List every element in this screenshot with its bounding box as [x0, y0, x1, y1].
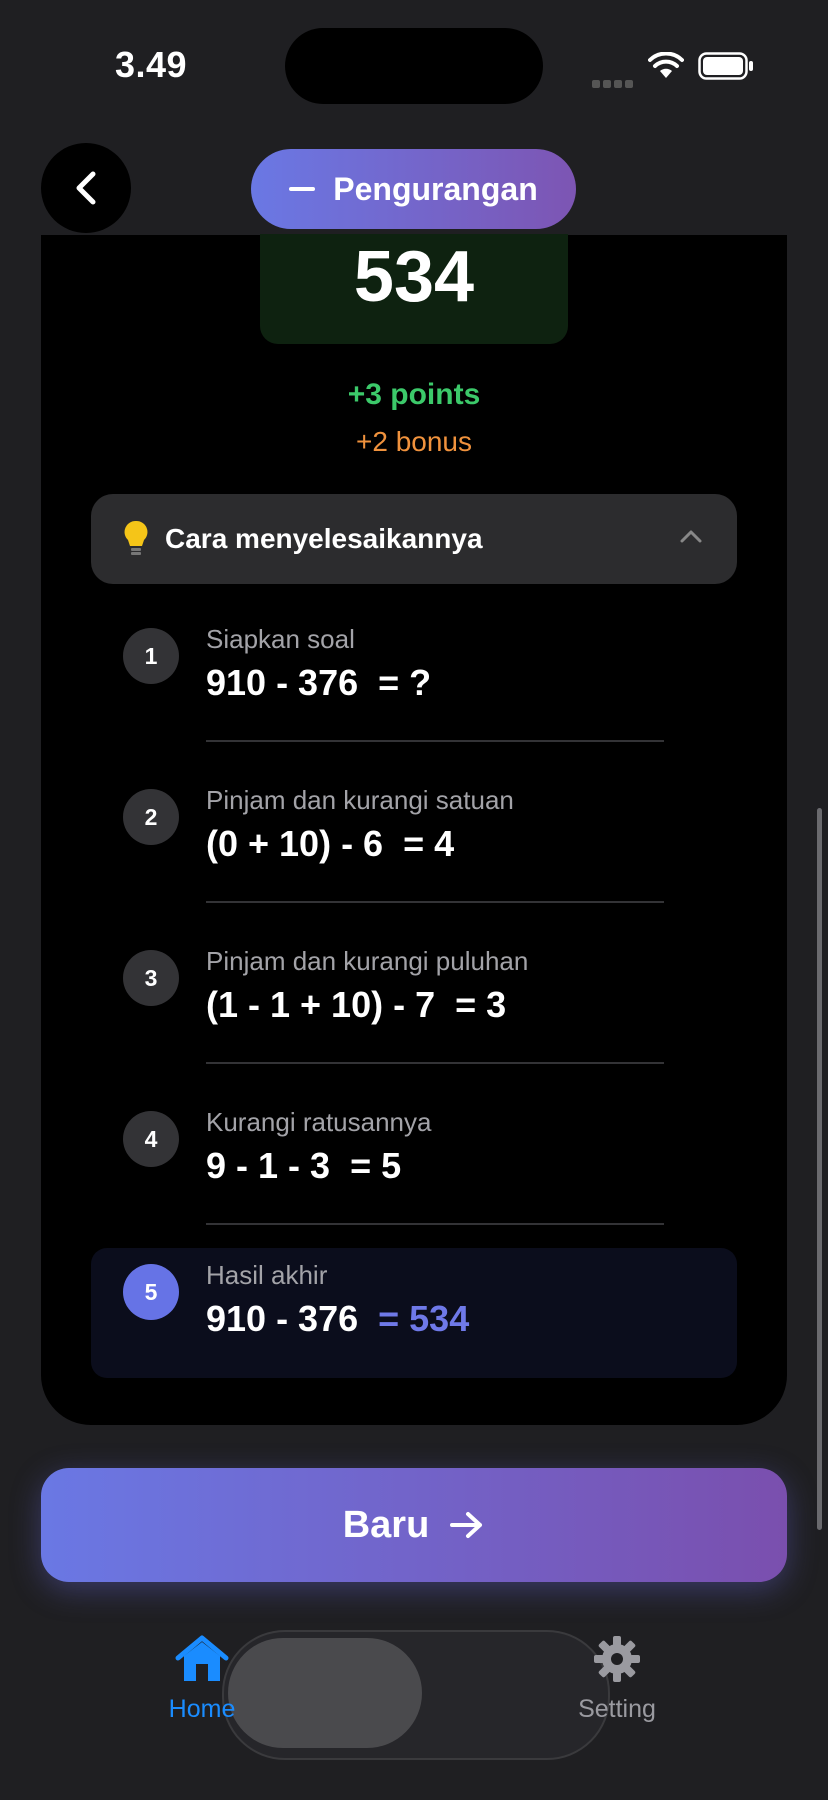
- step-expression: 910 - 376 = ?: [206, 662, 431, 704]
- step-number: 3: [123, 950, 179, 1006]
- howto-accordion[interactable]: Cara menyelesaikannya: [91, 494, 737, 584]
- divider: [206, 1062, 664, 1064]
- step-item: 3 Pinjam dan kurangi puluhan (1 - 1 + 10…: [91, 934, 737, 1064]
- final-step-item: 5 Hasil akhir 910 - 376 = 534: [91, 1248, 737, 1378]
- new-button-label: Baru: [342, 1503, 430, 1546]
- step-item: 2 Pinjam dan kurangi satuan (0 + 10) - 6…: [91, 773, 737, 903]
- house-icon: [175, 1635, 229, 1681]
- wifi-icon: [648, 51, 684, 85]
- tab-home[interactable]: Home: [122, 1630, 282, 1724]
- step-label: Kurangi ratusannya: [206, 1107, 432, 1137]
- step-label: Pinjam dan kurangi satuan: [206, 785, 514, 815]
- step-expression: 910 - 376 = 534: [206, 1298, 469, 1340]
- step-label: Hasil akhir: [206, 1260, 328, 1290]
- mode-pill[interactable]: Pengurangan: [251, 149, 576, 229]
- step-expr: 9 - 1 - 3: [206, 1145, 341, 1186]
- signal-icon: [592, 70, 636, 88]
- gear-icon: [594, 1636, 640, 1682]
- step-number: 5: [123, 1264, 179, 1320]
- step-label: Siapkan soal: [206, 624, 355, 654]
- step-expr: (1 - 1 + 10) - 7: [206, 984, 446, 1025]
- status-time: 3.49: [115, 44, 188, 85]
- step-result: = ?: [368, 662, 432, 703]
- divider: [206, 740, 664, 742]
- dynamic-island: [285, 28, 543, 104]
- step-expr: 910 - 376: [206, 662, 369, 703]
- chevron-left-icon: [76, 171, 96, 205]
- step-number: 4: [123, 1111, 179, 1167]
- lightbulb-icon: [124, 520, 148, 555]
- step-result: = 534: [368, 1298, 470, 1339]
- tab-setting-label: Setting: [578, 1695, 656, 1723]
- chevron-up-icon: [680, 530, 702, 543]
- step-expression: 9 - 1 - 3 = 5: [206, 1145, 401, 1187]
- arrow-right-icon: [450, 1512, 483, 1538]
- step-result: = 3: [445, 984, 507, 1025]
- step-expr: 910 - 376: [206, 1298, 369, 1339]
- step-item: 1 Siapkan soal 910 - 376 = ?: [91, 612, 737, 742]
- page-title: Pengurangan: [333, 170, 538, 207]
- battery-icon: [698, 52, 753, 80]
- divider: [206, 1223, 664, 1225]
- new-button[interactable]: Baru: [41, 1468, 787, 1582]
- minus-icon: [289, 187, 316, 191]
- step-item: 4 Kurangi ratusannya 9 - 1 - 3 = 5: [91, 1095, 737, 1225]
- back-button[interactable]: [41, 143, 131, 233]
- tab-home-label: Home: [168, 1695, 236, 1723]
- step-result: = 5: [340, 1145, 402, 1186]
- howto-label: Cara menyelesaikannya: [165, 523, 483, 554]
- points-text: +3 points: [347, 378, 481, 411]
- step-expression: (0 + 10) - 6 = 4: [206, 823, 454, 865]
- step-expression: (1 - 1 + 10) - 7 = 3: [206, 984, 506, 1026]
- step-label: Pinjam dan kurangi puluhan: [206, 946, 529, 976]
- tab-setting[interactable]: Setting: [537, 1630, 697, 1724]
- divider: [206, 901, 664, 903]
- step-number: 1: [123, 628, 179, 684]
- step-expr: (0 + 10) - 6: [206, 823, 394, 864]
- bonus-text: +2 bonus: [356, 426, 472, 457]
- step-result: = 4: [393, 823, 455, 864]
- scrollbar[interactable]: [817, 808, 822, 1530]
- answer-value: 534: [353, 237, 475, 317]
- step-number: 2: [123, 789, 179, 845]
